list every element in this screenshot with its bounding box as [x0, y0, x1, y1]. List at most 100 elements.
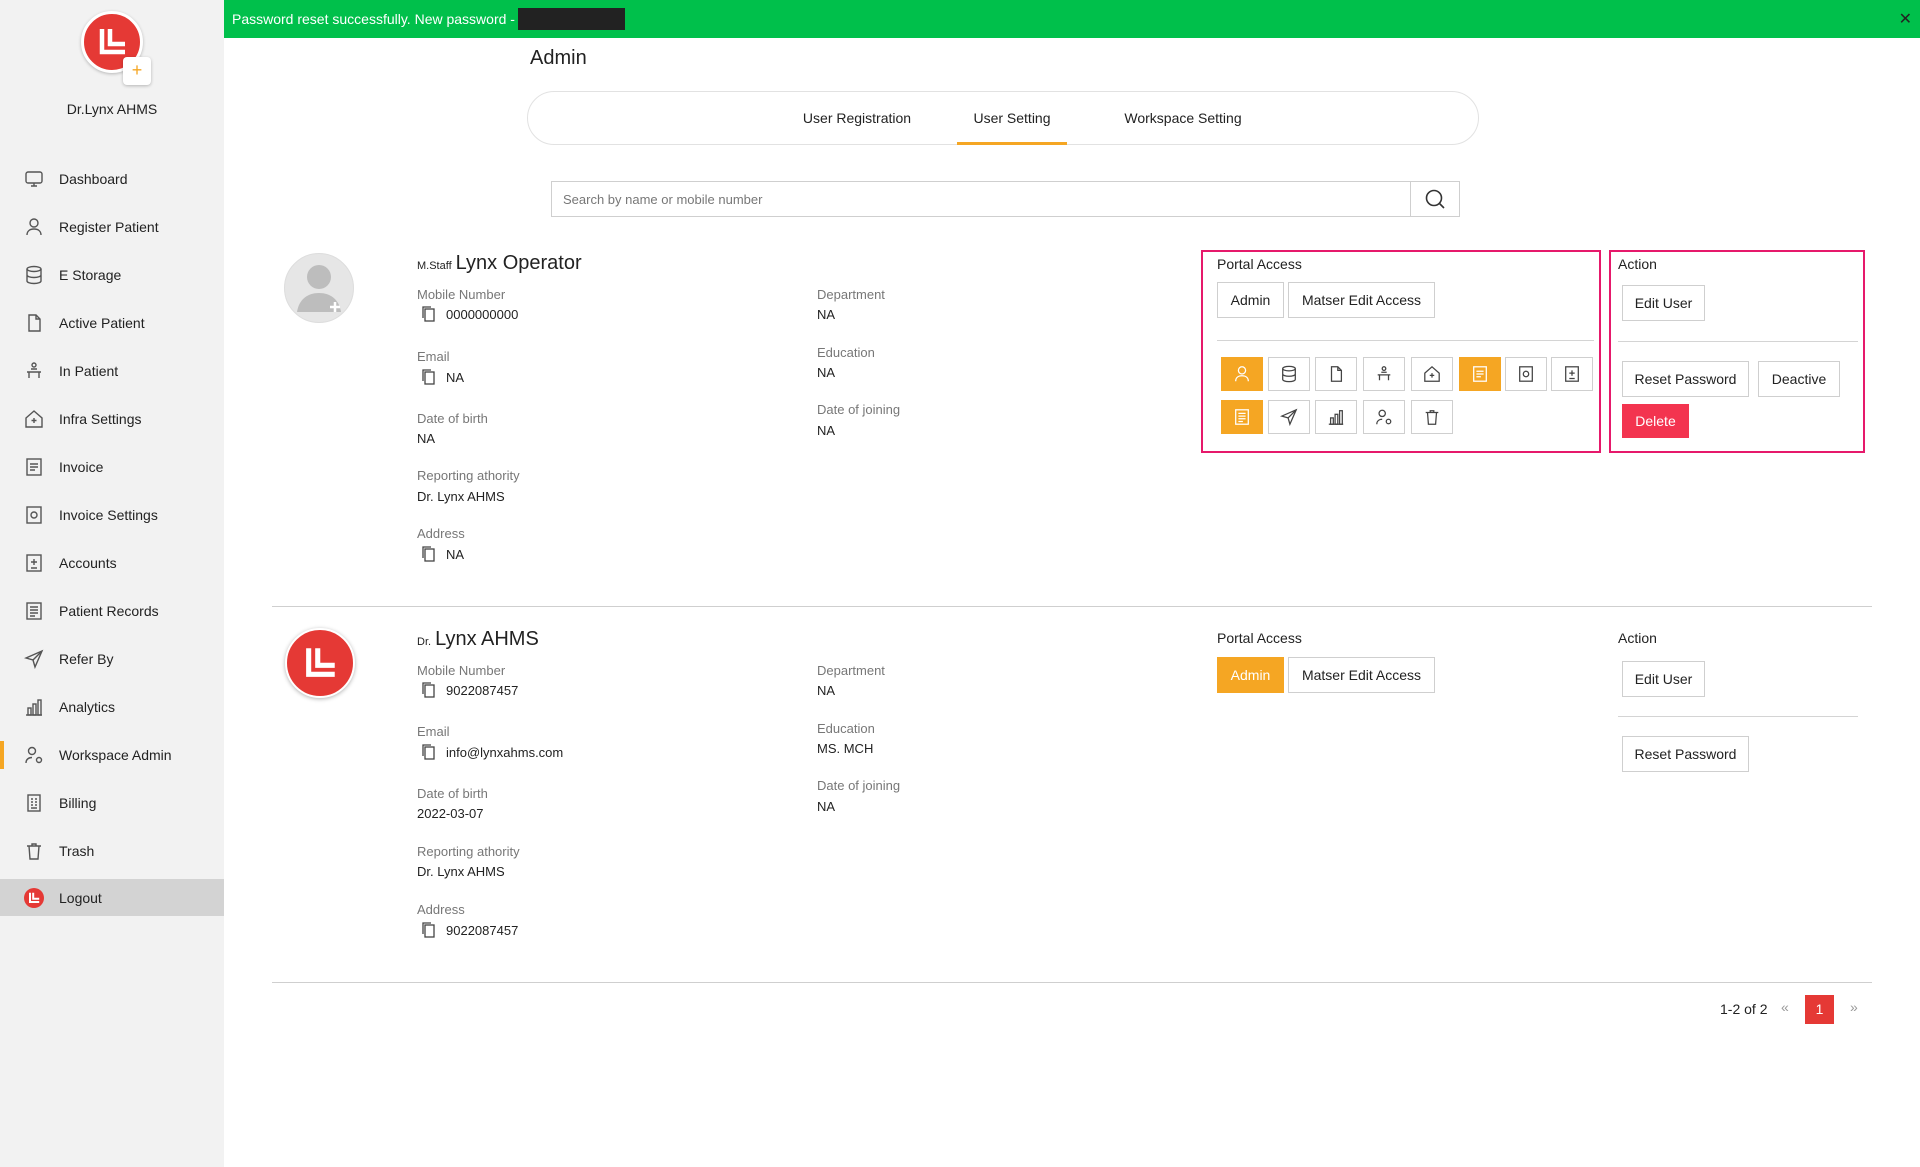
sidebar-item-workspace-admin[interactable]: Workspace Admin [0, 731, 224, 779]
avatar [285, 628, 355, 698]
user-placeholder-icon [297, 265, 341, 312]
mobile-value: 9022087457 [446, 682, 519, 698]
perm-in-patient[interactable] [1363, 357, 1405, 391]
sidebar-item-infra-settings[interactable]: Infra Settings [0, 395, 224, 443]
search-input[interactable] [552, 182, 1411, 216]
sidebar-item-patient-records[interactable]: Patient Records [0, 587, 224, 635]
perm-invoice-settings[interactable] [1505, 357, 1547, 391]
admin-access-button[interactable]: Admin [1217, 282, 1284, 318]
close-icon[interactable]: ✕ [1899, 9, 1912, 29]
sidebar-item-trash[interactable]: Trash [0, 827, 224, 875]
sidebar-nav: Dashboard Register Patient E Storage Act… [0, 155, 224, 916]
perm-refer-by[interactable] [1268, 400, 1310, 434]
perm-e-storage[interactable] [1268, 357, 1310, 391]
sidebar-item-active-patient[interactable]: Active Patient [0, 299, 224, 347]
pagination-next[interactable]: » [1850, 999, 1858, 1015]
perm-analytics[interactable] [1315, 400, 1357, 434]
tab-user-setting[interactable]: User Setting [957, 92, 1067, 145]
profile-name: Dr.Lynx AHMS [66, 101, 158, 117]
sidebar-item-billing[interactable]: Billing [0, 779, 224, 827]
copy-icon[interactable] [422, 546, 436, 562]
perm-accounts[interactable] [1551, 357, 1593, 391]
sidebar-item-in-patient[interactable]: In Patient [0, 347, 224, 395]
reset-password-button[interactable]: Reset Password [1622, 736, 1749, 772]
address-value: NA [446, 546, 465, 562]
doj-value: NA [817, 799, 836, 814]
perm-infra-settings[interactable] [1411, 357, 1453, 391]
masked-password [517, 8, 625, 30]
tab-workspace-setting[interactable]: Workspace Setting [1103, 92, 1263, 144]
logout-button[interactable]: Logout [0, 879, 224, 916]
department-label: Department [817, 287, 885, 302]
action-panel: Action Edit User Reset Password [1609, 626, 1865, 786]
master-edit-access-button[interactable]: Matser Edit Access [1288, 657, 1435, 693]
pagination-prev[interactable]: « [1781, 999, 1789, 1015]
database-icon [1282, 365, 1296, 383]
pagination-page-1[interactable]: 1 [1805, 995, 1834, 1024]
admin-access-button[interactable]: Admin [1217, 657, 1284, 693]
monitor-icon [24, 169, 44, 189]
perm-active-patient[interactable] [1315, 357, 1357, 391]
bar-chart-icon [1328, 410, 1344, 425]
deactive-button[interactable]: Deactive [1758, 361, 1840, 397]
home-plus-icon [1424, 365, 1440, 382]
dob-value: 2022-03-07 [417, 806, 484, 821]
portal-access-panel: Portal Access Admin Matser Edit Access [1201, 250, 1601, 453]
education-label: Education [817, 721, 875, 736]
education-label: Education [817, 345, 875, 360]
portal-access-panel: Portal Access Admin Matser Edit Access [1201, 626, 1601, 726]
search-button[interactable] [1410, 182, 1459, 216]
file-icon [1330, 366, 1343, 382]
copy-icon[interactable] [422, 922, 436, 938]
perm-trash[interactable] [1411, 400, 1453, 434]
add-profile-button[interactable]: + [123, 57, 151, 85]
sidebar-item-invoice[interactable]: Invoice [0, 443, 224, 491]
sidebar-item-analytics[interactable]: Analytics [0, 683, 224, 731]
delete-button[interactable]: Delete [1622, 404, 1689, 438]
perm-register-patient[interactable] [1221, 357, 1263, 391]
reset-password-button[interactable]: Reset Password [1622, 361, 1749, 397]
edit-user-button[interactable]: Edit User [1622, 661, 1705, 697]
sidebar-item-e-storage[interactable]: E Storage [0, 251, 224, 299]
copy-icon[interactable] [422, 682, 436, 698]
invoice-settings-icon [1519, 366, 1533, 382]
copy-icon[interactable] [422, 306, 436, 322]
edit-user-button[interactable]: Edit User [1622, 285, 1705, 321]
perm-invoice[interactable] [1459, 357, 1501, 391]
sidebar-item-label: Trash [59, 843, 95, 859]
sidebar-item-label: Billing [59, 795, 97, 811]
master-edit-access-button[interactable]: Matser Edit Access [1288, 282, 1435, 318]
hospital-bed-icon [1377, 366, 1391, 381]
department-value: NA [817, 683, 836, 698]
perm-patient-records[interactable] [1221, 400, 1263, 434]
sidebar-item-refer-by[interactable]: Refer By [0, 635, 224, 683]
lynx-logo-icon [306, 648, 335, 677]
sidebar-item-register-patient[interactable]: Register Patient [0, 203, 224, 251]
sidebar-item-label: In Patient [59, 363, 119, 379]
banner-message: Password reset successfully. New passwor… [232, 11, 515, 27]
database-icon [24, 265, 44, 285]
avatar [284, 253, 354, 323]
mobile-label: Mobile Number [417, 663, 506, 678]
sidebar-item-label: Invoice [59, 459, 104, 475]
invoice-settings-icon [24, 505, 44, 525]
search-icon [1425, 189, 1445, 209]
sidebar-item-dashboard[interactable]: Dashboard [0, 155, 224, 203]
user-icon [24, 217, 44, 237]
email-label: Email [417, 724, 450, 739]
user-settings-icon [1376, 409, 1392, 425]
sidebar-item-label: E Storage [59, 267, 122, 283]
copy-icon[interactable] [422, 744, 436, 760]
tab-user-registration[interactable]: User Registration [788, 92, 926, 144]
perm-workspace-admin[interactable] [1363, 400, 1405, 434]
sidebar-item-invoice-settings[interactable]: Invoice Settings [0, 491, 224, 539]
portal-access-title: Portal Access [1217, 630, 1302, 646]
copy-icon[interactable] [422, 369, 436, 385]
doj-label: Date of joining [817, 402, 901, 417]
sidebar-item-accounts[interactable]: Accounts [0, 539, 224, 587]
department-value: NA [817, 307, 836, 322]
reporting-label: Reporting athority [417, 844, 520, 859]
sidebar-item-label: Active Patient [59, 315, 145, 331]
home-plus-icon [24, 409, 44, 429]
mobile-label: Mobile Number [417, 287, 506, 302]
